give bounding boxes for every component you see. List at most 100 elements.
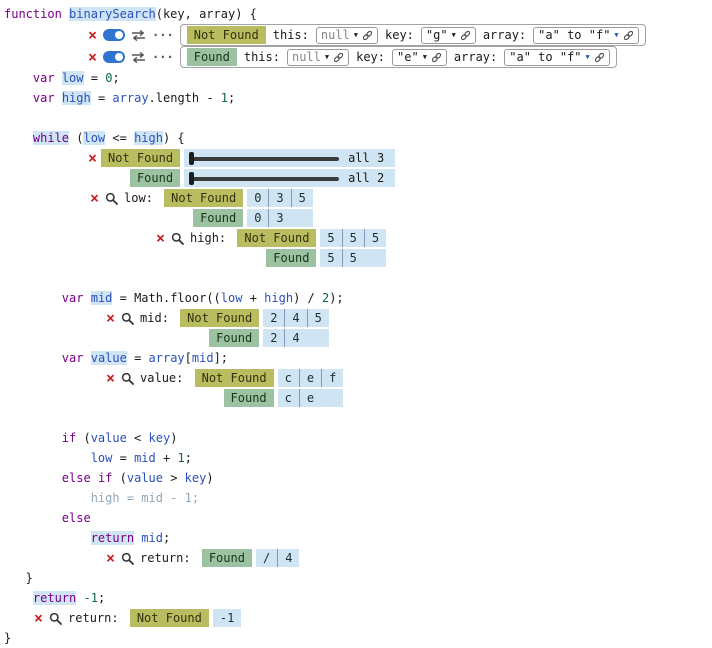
code-token: var: [33, 91, 55, 105]
code-token: ;: [112, 71, 119, 85]
this-dropdown[interactable]: null ▼: [316, 27, 378, 44]
swap-arrows-icon[interactable]: [131, 30, 146, 41]
code-token: }: [4, 571, 33, 585]
more-options-icon[interactable]: ···: [152, 50, 174, 64]
code-token: var: [62, 291, 84, 305]
remove-probe-icon[interactable]: ×: [106, 551, 115, 566]
code-line: else if (value > key): [4, 468, 710, 488]
magnifier-icon[interactable]: [49, 612, 62, 625]
code-token: mid: [141, 531, 163, 545]
this-dropdown[interactable]: null ▼: [287, 49, 349, 66]
array-value: "a" to "f": [509, 50, 581, 64]
code-line: while (low <= high) {: [4, 128, 710, 148]
link-icon[interactable]: [460, 30, 471, 41]
remove-probe-icon[interactable]: ×: [106, 311, 115, 326]
code-token: .length -: [149, 91, 221, 105]
link-icon[interactable]: [333, 52, 344, 63]
probe-values: 5 5 5: [320, 229, 386, 247]
link-icon[interactable]: [362, 30, 373, 41]
swap-arrows-icon[interactable]: [131, 52, 146, 63]
status-badge-found: Found: [193, 209, 243, 227]
code-line: var mid = Math.floor((low + high) / 2);: [4, 288, 710, 308]
code-token: 1: [221, 91, 228, 105]
code-token: [62, 7, 69, 21]
array-dropdown[interactable]: "a" to "f" ▼: [504, 49, 609, 66]
this-label: this:: [244, 50, 280, 64]
code-line: high = mid - 1;: [4, 488, 710, 508]
magnifier-icon[interactable]: [171, 232, 184, 245]
array-dropdown[interactable]: "a" to "f" ▼: [533, 27, 638, 44]
code-token: ): [170, 431, 177, 445]
code-token: array: [149, 351, 185, 365]
status-badge-not-found: Not Found: [195, 369, 274, 387]
key-label: key:: [385, 28, 414, 42]
probe-values: 2 4 5: [263, 309, 329, 327]
code-token: =: [91, 91, 113, 105]
probe-value-cell: 5: [320, 229, 341, 247]
code-token: ];: [214, 351, 228, 365]
remove-probe-icon[interactable]: ×: [106, 371, 115, 386]
probe-label: return:: [68, 611, 126, 625]
dropdown-arrow-icon: ▼: [586, 54, 590, 61]
code-token: ) {: [163, 131, 185, 145]
loop-iteration-probe: × Not Found all 3 Found all 2: [88, 148, 710, 188]
more-options-icon[interactable]: ···: [152, 28, 174, 42]
link-icon[interactable]: [594, 52, 605, 63]
magnifier-icon[interactable]: [105, 192, 118, 205]
code-token: [91, 471, 98, 485]
iteration-slider[interactable]: [189, 172, 339, 185]
slider-knob[interactable]: [189, 172, 194, 185]
probe-value-cell: c: [278, 369, 299, 387]
code-token: [4, 591, 33, 605]
slider-track[interactable]: [189, 157, 339, 161]
status-badge-not-found: Not Found: [187, 26, 266, 44]
iteration-count-label: all 2: [348, 171, 384, 185]
code-token: >: [163, 471, 185, 485]
slider-track[interactable]: [189, 177, 339, 181]
probe-value-cell: 5: [364, 229, 386, 247]
dropdown-arrow-icon: ▼: [452, 32, 456, 39]
code-token: );: [329, 291, 343, 305]
code-token: [4, 511, 62, 525]
iteration-slider[interactable]: [189, 152, 339, 165]
magnifier-icon[interactable]: [121, 372, 134, 385]
dropdown-arrow-icon: ▼: [354, 32, 358, 39]
code-line: return mid;: [4, 528, 710, 548]
iteration-count-label: all 3: [348, 151, 384, 165]
code-token: ;: [163, 531, 170, 545]
key-dropdown[interactable]: "g" ▼: [421, 27, 476, 44]
code-token: low: [83, 131, 105, 145]
probe-high: × high: Not Found 5 5 5 Found 5 5: [156, 228, 710, 268]
key-dropdown[interactable]: "e" ▼: [392, 49, 447, 66]
remove-call-icon[interactable]: ×: [88, 50, 97, 65]
remove-probe-icon[interactable]: ×: [90, 191, 99, 206]
code-token: high = mid - 1;: [4, 491, 199, 505]
code-token: [4, 471, 62, 485]
code-token: binarySearch: [69, 7, 156, 21]
code-token: (: [112, 471, 126, 485]
link-icon[interactable]: [431, 52, 442, 63]
call-enabled-toggle[interactable]: [103, 29, 125, 41]
code-line: [4, 408, 710, 428]
probe-value-cell: f: [321, 369, 343, 387]
link-icon[interactable]: [623, 30, 634, 41]
code-editor: function binarySearch(key, array) { × ··…: [0, 0, 712, 648]
remove-probe-icon[interactable]: ×: [88, 151, 97, 166]
probe-values: c e: [278, 389, 344, 407]
code-token: 1: [177, 451, 184, 465]
slider-knob[interactable]: [189, 152, 194, 165]
remove-call-icon[interactable]: ×: [88, 28, 97, 43]
status-badge-found: Found: [187, 48, 237, 66]
code-token: <=: [105, 131, 134, 145]
call-enabled-toggle[interactable]: [103, 51, 125, 63]
key-label: key:: [356, 50, 385, 64]
remove-probe-icon[interactable]: ×: [156, 231, 165, 246]
code-line: function binarySearch(key, array) {: [4, 4, 710, 24]
code-token: [83, 351, 90, 365]
magnifier-icon[interactable]: [121, 552, 134, 565]
code-token: +: [156, 451, 178, 465]
code-token: [55, 91, 62, 105]
remove-probe-icon[interactable]: ×: [34, 611, 43, 626]
magnifier-icon[interactable]: [121, 312, 134, 325]
code-token: var: [62, 351, 84, 365]
